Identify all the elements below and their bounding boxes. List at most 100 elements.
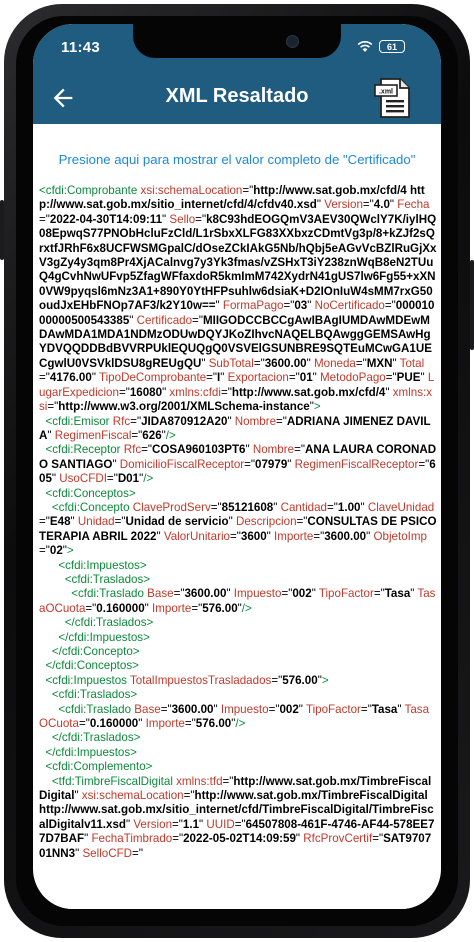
xml-val: 576.00 — [195, 717, 232, 731]
xml-tag: </cfdi:Impuestos> — [39, 745, 137, 759]
xml-attr: Sello — [169, 212, 196, 226]
xml-q: " — [306, 356, 314, 370]
xml-q: " — [227, 414, 235, 428]
xml-tag: </cfdi:Traslados> — [39, 616, 154, 630]
xml-tag: </cfdi:Traslados> — [39, 731, 141, 745]
xml-tag: </cfdi:Conceptos> — [39, 659, 139, 673]
xml-tag: > — [66, 544, 74, 558]
show-certificate-link[interactable]: Presione aqui para mostrar el valor comp… — [33, 152, 441, 167]
xml-file-icon[interactable]: .xml — [371, 76, 415, 120]
xml-q: =" — [114, 515, 126, 529]
xml-attr: UsoCFDI — [59, 472, 107, 486]
xml-val: 07979 — [255, 457, 288, 471]
xml-tag: <cfdi:Impuestos> — [39, 558, 147, 572]
xml-line: </cfdi:Traslados> — [39, 731, 437, 745]
xml-q: " — [129, 313, 137, 327]
xml-attr: RfcProvCertif — [303, 832, 373, 846]
xml-q: " — [360, 500, 368, 514]
xml-line: </cfdi:Conceptos> — [39, 659, 437, 673]
xml-attr: Certificado — [136, 313, 193, 327]
xml-tag: > — [321, 673, 329, 687]
xml-q: " — [138, 717, 146, 731]
xml-attr: ClaveUnidad — [367, 500, 435, 514]
xml-val: 16080 — [129, 385, 163, 399]
xml-q: =" — [47, 400, 59, 414]
xml-val: 2022-05-02T14:09:59 — [183, 832, 296, 846]
xml-attr: TipoFactor — [305, 702, 361, 716]
xml-attr: RegimenFiscalReceptor — [294, 457, 419, 471]
xml-badge-text: .xml — [379, 89, 393, 96]
xml-q: =" — [229, 529, 241, 543]
xml-tag: <cfdi:Complemento> — [39, 760, 153, 774]
xml-q: " — [311, 587, 319, 601]
xml-q: =" — [276, 414, 287, 428]
xml-val: 3600.00 — [324, 529, 367, 543]
xml-q: " — [245, 443, 253, 457]
xml-q: " — [226, 587, 234, 601]
xml-val: 0.160000 — [89, 717, 139, 731]
xml-val: JIDA870912A20 — [141, 414, 228, 428]
xml-val: 1.00 — [337, 500, 361, 514]
phone-screen: 11:43 61 XML Resaltado .xml Presione aqu… — [33, 24, 441, 909]
xml-line: <cfdi:Traslado Base="3600.00" Impuesto="… — [39, 703, 437, 732]
xml-q: =" — [183, 789, 195, 803]
xml-attr: Impuesto — [233, 587, 282, 601]
xml-q: " — [74, 789, 82, 803]
xml-attr: UUID — [206, 817, 235, 831]
xml-attr: Moneda — [313, 356, 356, 370]
xml-line: <cfdi:Complemento> — [39, 760, 437, 774]
xml-q: " — [47, 428, 55, 442]
xml-tag: /> — [241, 601, 252, 615]
xml-attr: Nombre — [234, 414, 277, 428]
xml-val: 3600.00 — [264, 356, 307, 370]
xml-attr: TipoDeComprobante — [98, 371, 207, 385]
xml-val: 01 — [299, 371, 313, 385]
xml-q: =" — [39, 212, 50, 226]
xml-q: =" — [373, 587, 385, 601]
xml-attr: FormaPago — [222, 299, 284, 313]
xml-q: =" — [141, 443, 153, 457]
xml-attr: xsi:schemaLocation — [81, 789, 184, 803]
xml-q: =" — [85, 601, 97, 615]
xml-attr: ObjetoImp — [373, 529, 427, 543]
xml-q: =" — [220, 385, 232, 399]
xml-attr: Base — [134, 702, 161, 716]
xml-q: " — [70, 515, 78, 529]
xml-val: 2022-04-30T14:09:11 — [49, 212, 163, 226]
xml-q: =" — [192, 313, 203, 327]
xml-q: =" — [242, 184, 254, 197]
xml-attr: MetodoPago — [320, 371, 386, 385]
xml-q: " — [112, 457, 120, 471]
xml-attr: Cantidad — [280, 500, 328, 514]
xml-attr: Unidad — [77, 515, 115, 529]
screen-bottom — [33, 894, 441, 909]
xml-q: " — [420, 371, 428, 385]
xml-attr: xmlns:cfdi — [169, 385, 221, 399]
xml-attr: NoCertificado — [314, 299, 385, 313]
xml-tag: <cfdi:Traslados> — [39, 572, 151, 586]
notch — [133, 24, 341, 58]
xml-q: =" — [184, 717, 196, 731]
xml-q: " — [392, 356, 400, 370]
xml-line: <cfdi:Receptor Rfc="COSA960103PT6" Nombr… — [39, 443, 437, 486]
xml-q: =" — [222, 774, 234, 788]
xml-q: =" — [362, 198, 374, 212]
xml-q: =" — [360, 702, 372, 716]
battery-level: 61 — [386, 42, 397, 52]
xml-tag: <cfdi:Traslados> — [39, 688, 138, 702]
xml-q: =" — [271, 673, 283, 687]
xml-attr: Nombre — [252, 443, 295, 457]
xml-q: " — [91, 371, 99, 385]
xml-val: http://www.w3.org/2001/XMLSchema-instanc… — [58, 400, 310, 414]
xml-attr: ClaveProdServ — [132, 500, 211, 514]
xml-val: http://www.sat.gob.mx/cfd/4 — [231, 385, 386, 399]
xml-tag: <tfd:TimbreFiscalDigital — [39, 774, 177, 788]
xml-attr: Rfc — [112, 414, 131, 428]
xml-q: " — [220, 371, 228, 385]
xml-tag: /> — [143, 472, 154, 486]
xml-q: =" — [281, 587, 293, 601]
xml-q: " — [213, 702, 221, 716]
xml-val: 0.160000 — [96, 601, 145, 615]
xml-q: =" — [78, 717, 90, 731]
xml-q: " — [307, 299, 315, 313]
